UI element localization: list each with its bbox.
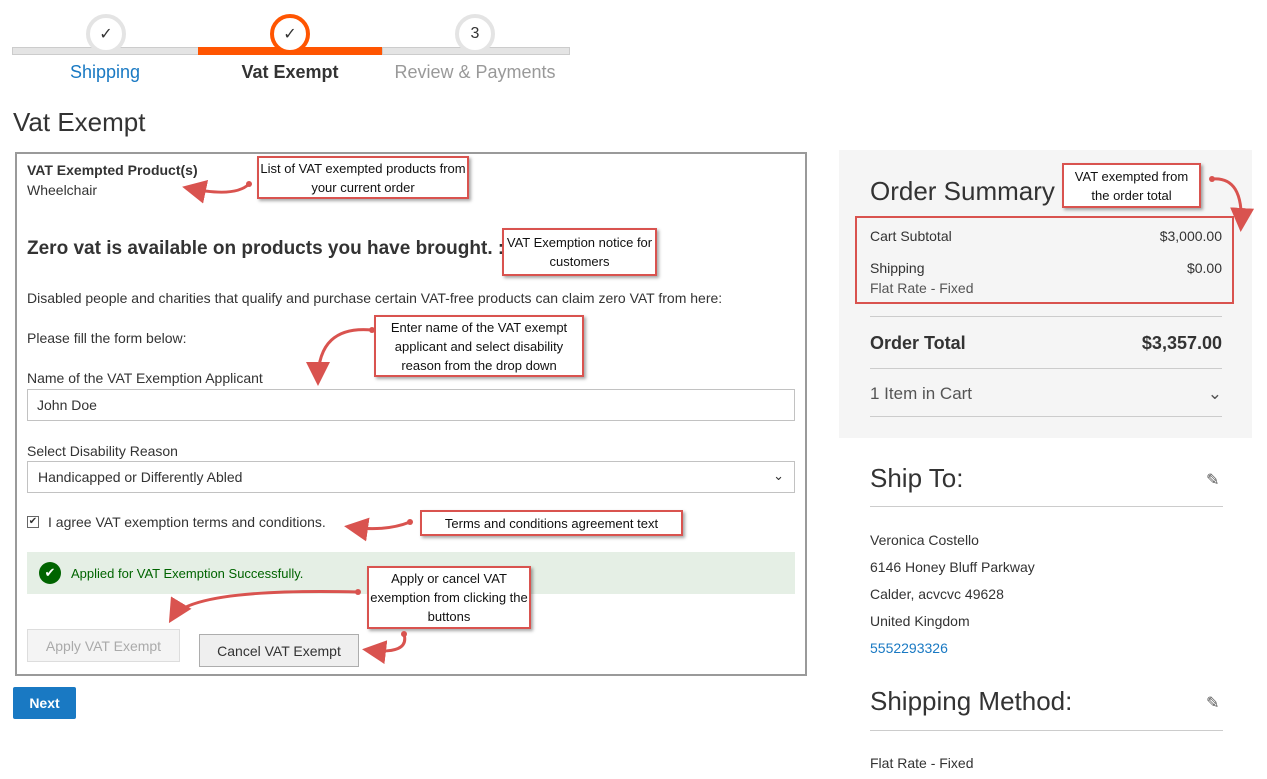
ship-to-phone-link[interactable]: 5552293326 bbox=[870, 640, 948, 656]
annotation-summary: VAT exempted from the order total bbox=[1062, 163, 1201, 208]
page-title: Vat Exempt bbox=[13, 107, 146, 137]
order-total-row: Order Total $3,357.00 bbox=[870, 333, 1222, 354]
annotation-terms: Terms and conditions agreement text bbox=[420, 510, 683, 536]
items-in-cart-toggle[interactable]: 1 Item in Cart ⌄ bbox=[870, 384, 1222, 404]
summary-divider bbox=[870, 416, 1222, 417]
ship-to-street: 6146 Honey Bluff Parkway bbox=[870, 559, 1035, 575]
annotation-name-reason: Enter name of the VAT exempt applicant a… bbox=[374, 315, 584, 377]
disability-reason-value: Handicapped or Differently Abled bbox=[38, 469, 243, 485]
step-review-number: 3 bbox=[455, 14, 495, 54]
cancel-vat-exempt-button[interactable]: Cancel VAT Exempt bbox=[199, 634, 359, 667]
fill-form-prompt: Please fill the form below: bbox=[27, 330, 187, 346]
disability-reason-label: Select Disability Reason bbox=[27, 443, 178, 459]
applicant-name-label: Name of the VAT Exemption Applicant bbox=[27, 370, 263, 386]
step-review-label: Review & Payments bbox=[394, 62, 556, 82]
apply-vat-exempt-button[interactable]: Apply VAT Exempt bbox=[27, 629, 180, 662]
ship-to-city: Calder, acvcvc 49628 bbox=[870, 586, 1004, 602]
shipping-method-value: Flat Rate - Fixed bbox=[870, 755, 974, 771]
step-vat-exempt-check-icon: ✓ bbox=[270, 14, 310, 54]
items-in-cart-label: 1 Item in Cart bbox=[870, 384, 973, 403]
checkout-progress-bar: ✓ ✓ 3 Shipping Vat Exempt Review & Payme… bbox=[12, 14, 572, 84]
ship-to-title: Ship To: bbox=[870, 463, 964, 493]
terms-agreement-text: I agree VAT exemption terms and conditio… bbox=[48, 514, 326, 530]
ship-to-divider bbox=[870, 506, 1223, 507]
chevron-down-icon: ⌄ bbox=[1207, 384, 1222, 403]
pencil-icon[interactable]: ✎ bbox=[1206, 470, 1219, 490]
ship-to-country: United Kingdom bbox=[870, 613, 970, 629]
order-total-value: $3,357.00 bbox=[1141, 333, 1222, 353]
order-total-label: Order Total bbox=[870, 333, 966, 353]
annotation-products: List of VAT exempted products from your … bbox=[257, 156, 469, 199]
summary-highlight-box bbox=[855, 216, 1234, 304]
summary-divider bbox=[870, 368, 1222, 369]
vat-exemption-description: Disabled people and charities that quali… bbox=[27, 290, 723, 306]
exempted-products-title: VAT Exempted Product(s) bbox=[27, 162, 198, 178]
pencil-icon[interactable]: ✎ bbox=[1206, 693, 1219, 713]
vat-exemption-notice: Zero vat is available on products you ha… bbox=[27, 238, 505, 259]
summary-divider bbox=[870, 316, 1222, 317]
step-vat-exempt-label: Vat Exempt bbox=[241, 62, 339, 82]
next-button[interactable]: Next bbox=[13, 687, 76, 719]
step-shipping-check-icon: ✓ bbox=[86, 14, 126, 54]
success-message-text: Applied for VAT Exemption Successfully. bbox=[71, 565, 304, 581]
chevron-down-icon: ⌄ bbox=[773, 468, 784, 483]
ship-to-name: Veronica Costello bbox=[870, 532, 979, 548]
disability-reason-select[interactable]: Handicapped or Differently Abled ⌄ bbox=[27, 461, 795, 493]
order-summary-title: Order Summary bbox=[870, 176, 1055, 206]
shipping-method-title: Shipping Method: bbox=[870, 686, 1073, 716]
annotation-notice: VAT Exemption notice for customers bbox=[502, 228, 657, 276]
success-check-icon: ✔ bbox=[39, 562, 61, 584]
exempted-product-name: Wheelchair bbox=[27, 182, 98, 198]
step-shipping-link[interactable]: Shipping bbox=[70, 62, 140, 83]
applicant-name-input[interactable] bbox=[27, 389, 795, 421]
terms-checkbox[interactable]: ✔ bbox=[27, 516, 39, 528]
shipping-method-divider bbox=[870, 730, 1223, 731]
terms-agreement[interactable]: ✔ I agree VAT exemption terms and condit… bbox=[27, 514, 326, 530]
annotation-buttons: Apply or cancel VAT exemption from click… bbox=[367, 566, 531, 629]
